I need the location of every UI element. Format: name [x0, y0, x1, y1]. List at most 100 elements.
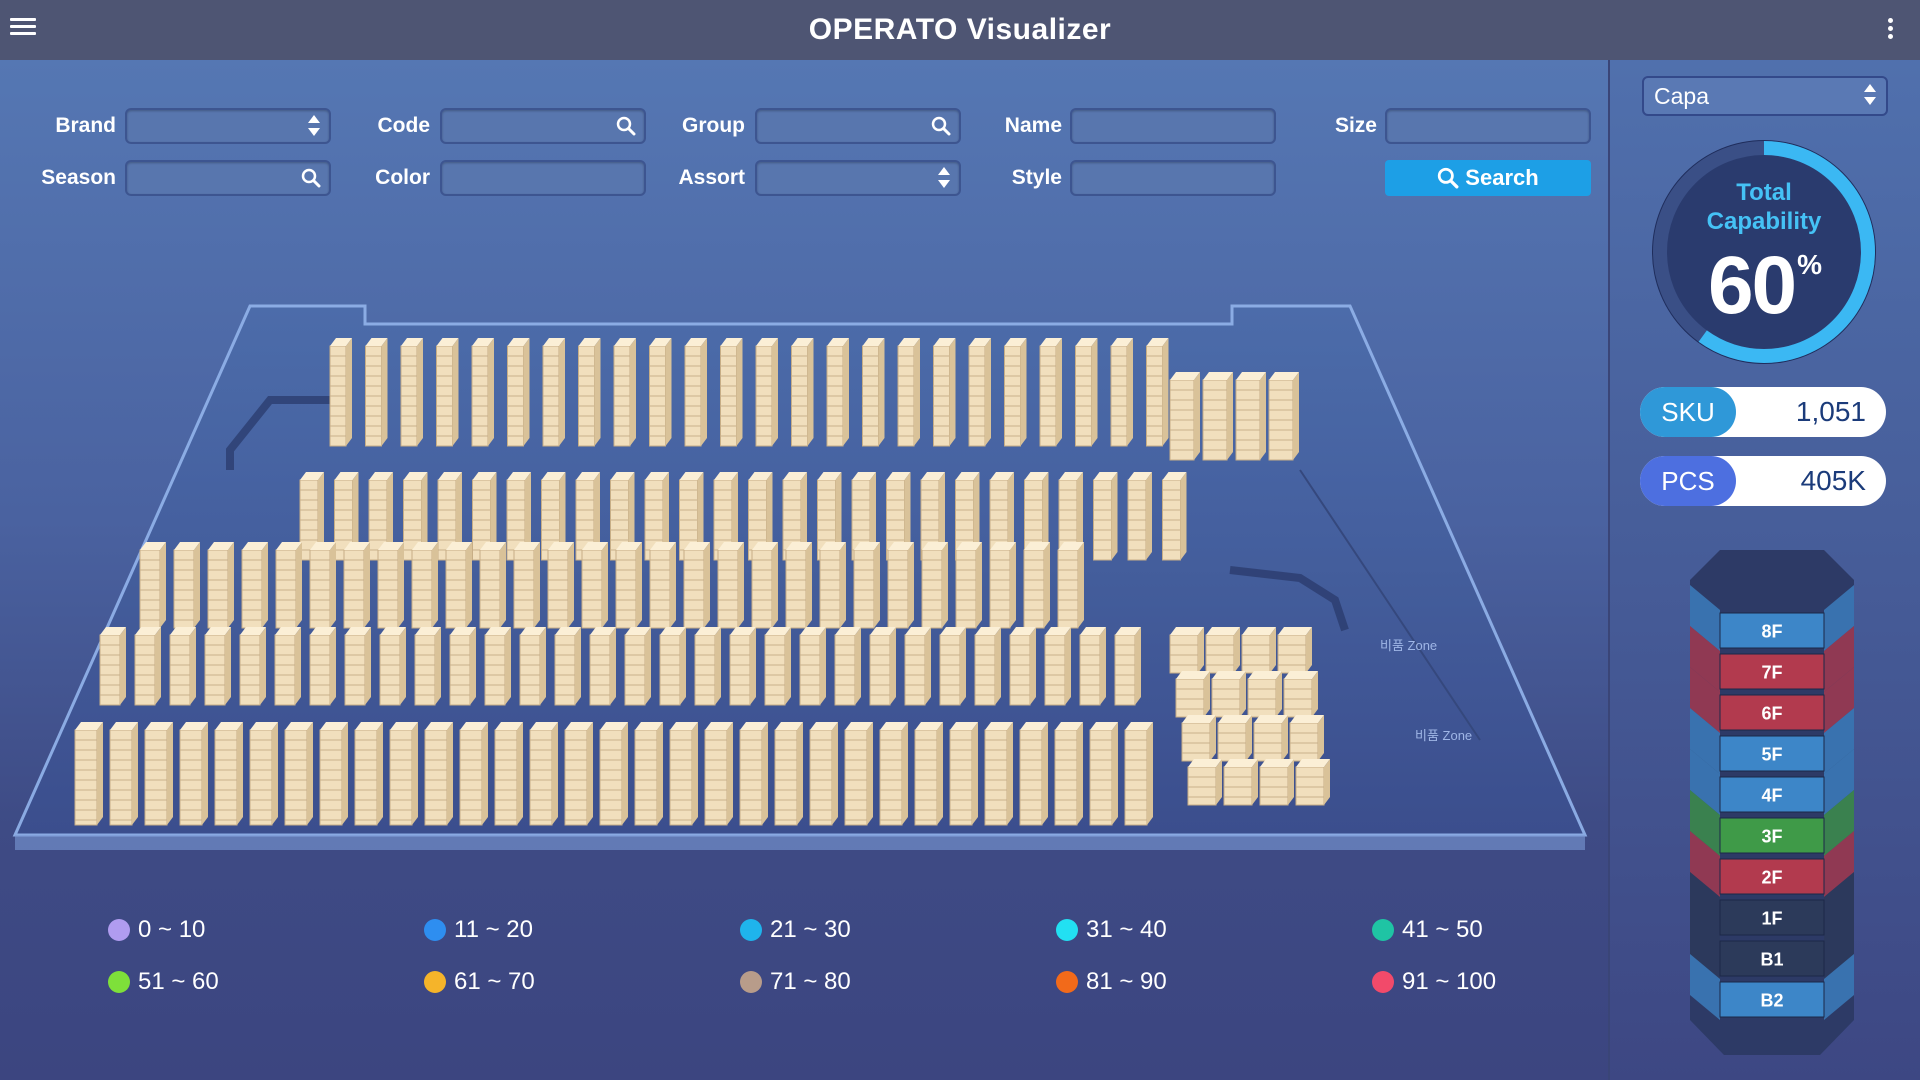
storage-rack[interactable]	[139, 542, 166, 629]
storage-rack[interactable]	[1169, 627, 1204, 674]
storage-rack[interactable]	[99, 627, 126, 706]
storage-rack[interactable]	[869, 627, 896, 706]
storage-rack[interactable]	[241, 542, 268, 629]
storage-rack[interactable]	[1259, 759, 1294, 806]
storage-rack[interactable]	[914, 722, 943, 826]
search-button[interactable]: Search	[1385, 160, 1591, 196]
storage-rack[interactable]	[984, 722, 1013, 826]
storage-rack[interactable]	[968, 338, 991, 447]
storage-rack[interactable]	[1089, 722, 1118, 826]
storage-rack[interactable]	[274, 627, 301, 706]
storage-rack[interactable]	[1217, 715, 1252, 762]
storage-rack[interactable]	[214, 722, 243, 826]
search-icon[interactable]	[616, 116, 636, 136]
storage-rack[interactable]	[589, 627, 616, 706]
storage-rack[interactable]	[1124, 722, 1153, 826]
storage-rack[interactable]	[400, 338, 423, 447]
brand-select[interactable]	[125, 108, 331, 144]
storage-rack[interactable]	[564, 722, 593, 826]
storage-rack[interactable]	[819, 542, 846, 629]
storage-rack[interactable]	[1044, 627, 1071, 706]
storage-rack[interactable]	[1019, 722, 1048, 826]
assort-select[interactable]	[755, 160, 961, 196]
storage-rack[interactable]	[1114, 627, 1141, 706]
storage-rack[interactable]	[624, 627, 651, 706]
storage-rack[interactable]	[1223, 759, 1258, 806]
storage-rack[interactable]	[649, 542, 676, 629]
storage-rack[interactable]	[1127, 472, 1152, 561]
storage-rack[interactable]	[494, 722, 523, 826]
storage-rack[interactable]	[554, 627, 581, 706]
storage-rack[interactable]	[1283, 671, 1318, 718]
storage-rack[interactable]	[933, 338, 956, 447]
storage-rack[interactable]	[1054, 722, 1083, 826]
storage-rack[interactable]	[519, 627, 546, 706]
storage-rack[interactable]	[319, 722, 348, 826]
group-input[interactable]	[755, 108, 961, 144]
storage-rack[interactable]	[309, 542, 336, 629]
storage-rack[interactable]	[449, 627, 476, 706]
storage-rack[interactable]	[389, 722, 418, 826]
code-input[interactable]	[440, 108, 646, 144]
storage-rack[interactable]	[365, 338, 388, 447]
storage-rack[interactable]	[1289, 715, 1324, 762]
style-input[interactable]	[1070, 160, 1276, 196]
storage-rack[interactable]	[169, 627, 196, 706]
storage-rack[interactable]	[542, 338, 565, 447]
storage-rack[interactable]	[684, 338, 707, 447]
storage-rack[interactable]	[615, 542, 642, 629]
storage-rack[interactable]	[1009, 627, 1036, 706]
storage-rack[interactable]	[204, 627, 231, 706]
storage-rack[interactable]	[613, 338, 636, 447]
storage-rack[interactable]	[436, 338, 459, 447]
storage-rack[interactable]	[904, 627, 931, 706]
storage-rack[interactable]	[729, 627, 756, 706]
storage-rack[interactable]	[547, 542, 574, 629]
storage-rack[interactable]	[1268, 372, 1299, 461]
storage-rack[interactable]	[578, 338, 601, 447]
storage-rack[interactable]	[826, 338, 849, 447]
storage-rack[interactable]	[949, 722, 978, 826]
storage-rack[interactable]	[411, 542, 438, 629]
storage-rack[interactable]	[989, 542, 1016, 629]
storage-rack[interactable]	[471, 338, 494, 447]
storage-rack[interactable]	[173, 542, 200, 629]
floor-selector[interactable]: 8F 7F 6F 5F 4F 3F 2F 1F B1 B2	[1690, 550, 1854, 1060]
size-input[interactable]	[1385, 108, 1591, 144]
storage-rack[interactable]	[659, 627, 686, 706]
storage-rack[interactable]	[1162, 472, 1187, 561]
color-input[interactable]	[440, 160, 646, 196]
storage-rack[interactable]	[179, 722, 208, 826]
storage-rack[interactable]	[529, 722, 558, 826]
storage-rack[interactable]	[1057, 542, 1084, 629]
search-icon[interactable]	[931, 116, 951, 136]
storage-rack[interactable]	[1211, 671, 1246, 718]
storage-rack[interactable]	[507, 338, 530, 447]
storage-rack[interactable]	[739, 722, 768, 826]
storage-rack[interactable]	[284, 722, 313, 826]
season-input[interactable]	[125, 160, 331, 196]
storage-rack[interactable]	[1039, 338, 1062, 447]
storage-rack[interactable]	[377, 542, 404, 629]
storage-rack[interactable]	[74, 722, 103, 826]
storage-rack[interactable]	[704, 722, 733, 826]
storage-rack[interactable]	[414, 627, 441, 706]
storage-rack[interactable]	[1169, 372, 1200, 461]
storage-rack[interactable]	[239, 627, 266, 706]
storage-rack[interactable]	[1187, 759, 1222, 806]
storage-rack[interactable]	[683, 542, 710, 629]
storage-rack[interactable]	[939, 627, 966, 706]
storage-rack[interactable]	[1093, 472, 1118, 561]
storage-rack[interactable]	[694, 627, 721, 706]
storage-rack[interactable]	[309, 627, 336, 706]
storage-rack[interactable]	[774, 722, 803, 826]
storage-rack[interactable]	[809, 722, 838, 826]
storage-rack[interactable]	[853, 542, 880, 629]
storage-rack[interactable]	[720, 338, 743, 447]
storage-rack[interactable]	[1181, 715, 1216, 762]
storage-rack[interactable]	[134, 627, 161, 706]
storage-rack[interactable]	[717, 542, 744, 629]
storage-rack[interactable]	[785, 542, 812, 629]
storage-rack[interactable]	[844, 722, 873, 826]
storage-rack[interactable]	[144, 722, 173, 826]
